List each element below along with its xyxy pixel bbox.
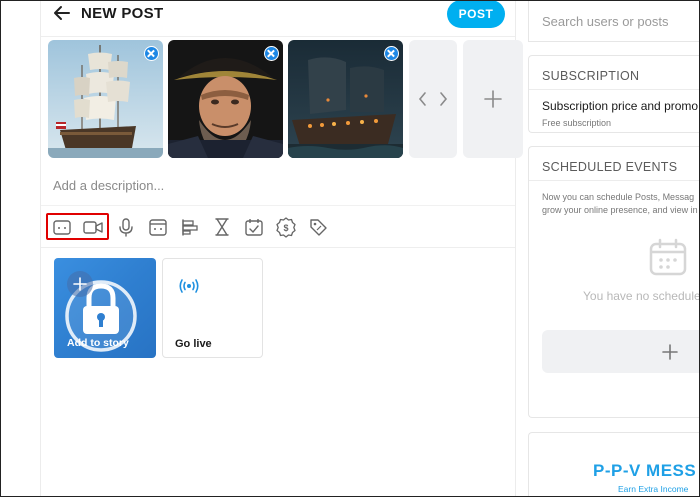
go-live-card[interactable]: Go live [162,258,263,358]
subscription-heading: SUBSCRIPTION [542,69,640,83]
ppv-promo-banner[interactable]: P-P-V MESS Earn Extra Income [528,432,700,497]
subscription-card: SUBSCRIPTION Subscription price and prom… [528,55,700,133]
plus-circle-icon[interactable] [66,270,94,298]
add-media-button[interactable] [463,40,523,158]
scheduled-events-card: SCHEDULED EVENTS Now you can schedule Po… [528,146,700,418]
search-input[interactable] [542,14,692,29]
image-icon[interactable] [51,215,73,239]
svg-text:$: $ [283,223,288,233]
empty-schedule-text: You have no schedule [583,289,700,303]
promo-title: P-P-V MESS [593,461,697,480]
back-arrow-icon[interactable] [51,2,73,24]
media-thumbnail-night-ship[interactable] [288,40,403,158]
search-box [528,0,700,42]
price-tag-dollar-icon[interactable]: $ [275,215,297,239]
subscription-status: Free subscription [542,118,612,128]
subscription-price-link[interactable]: Subscription price and promo [542,99,698,113]
remove-media-icon[interactable] [144,46,159,61]
microphone-icon[interactable] [115,215,137,239]
calendar-icon [649,238,687,276]
page-title: NEW POST [81,5,164,22]
right-sidebar: SUBSCRIPTION Subscription price and prom… [528,0,700,497]
add-to-story-card[interactable]: Add to story [54,258,156,358]
scheduled-description: Now you can schedule Posts, Messag grow … [542,192,698,215]
hourglass-icon[interactable] [211,215,233,239]
divider [41,36,515,37]
plus-icon [484,90,502,108]
live-label: Go live [175,338,212,350]
media-strip [48,40,523,158]
vault-icon[interactable] [147,215,169,239]
media-carousel-nav[interactable] [409,40,457,158]
broadcast-icon [179,279,199,293]
media-thumbnail-pirate[interactable] [168,40,283,158]
remove-media-icon[interactable] [384,46,399,61]
divider [41,205,515,206]
divider [41,247,515,248]
media-thumbnail-ship[interactable] [48,40,163,158]
chevron-left-right-icon [418,92,448,106]
calendar-check-icon[interactable] [243,215,265,239]
story-label: Add to story [67,337,129,349]
tag-icon[interactable] [307,215,329,239]
poll-icon[interactable] [179,215,201,239]
header: NEW POST POST [41,0,515,30]
scheduled-heading: SCHEDULED EVENTS [542,160,678,174]
promo-subtitle: Earn Extra Income [618,484,689,494]
composer-toolbar: $ [51,215,351,239]
divider [529,180,700,181]
video-icon[interactable] [82,215,104,239]
post-button[interactable]: POST [447,0,505,28]
remove-media-icon[interactable] [264,46,279,61]
plus-icon [662,344,678,360]
divider [529,89,700,90]
add-event-button[interactable] [542,330,700,373]
description-input[interactable] [53,178,493,193]
new-post-panel: NEW POST POST Add a description... $ Add… [40,0,523,497]
